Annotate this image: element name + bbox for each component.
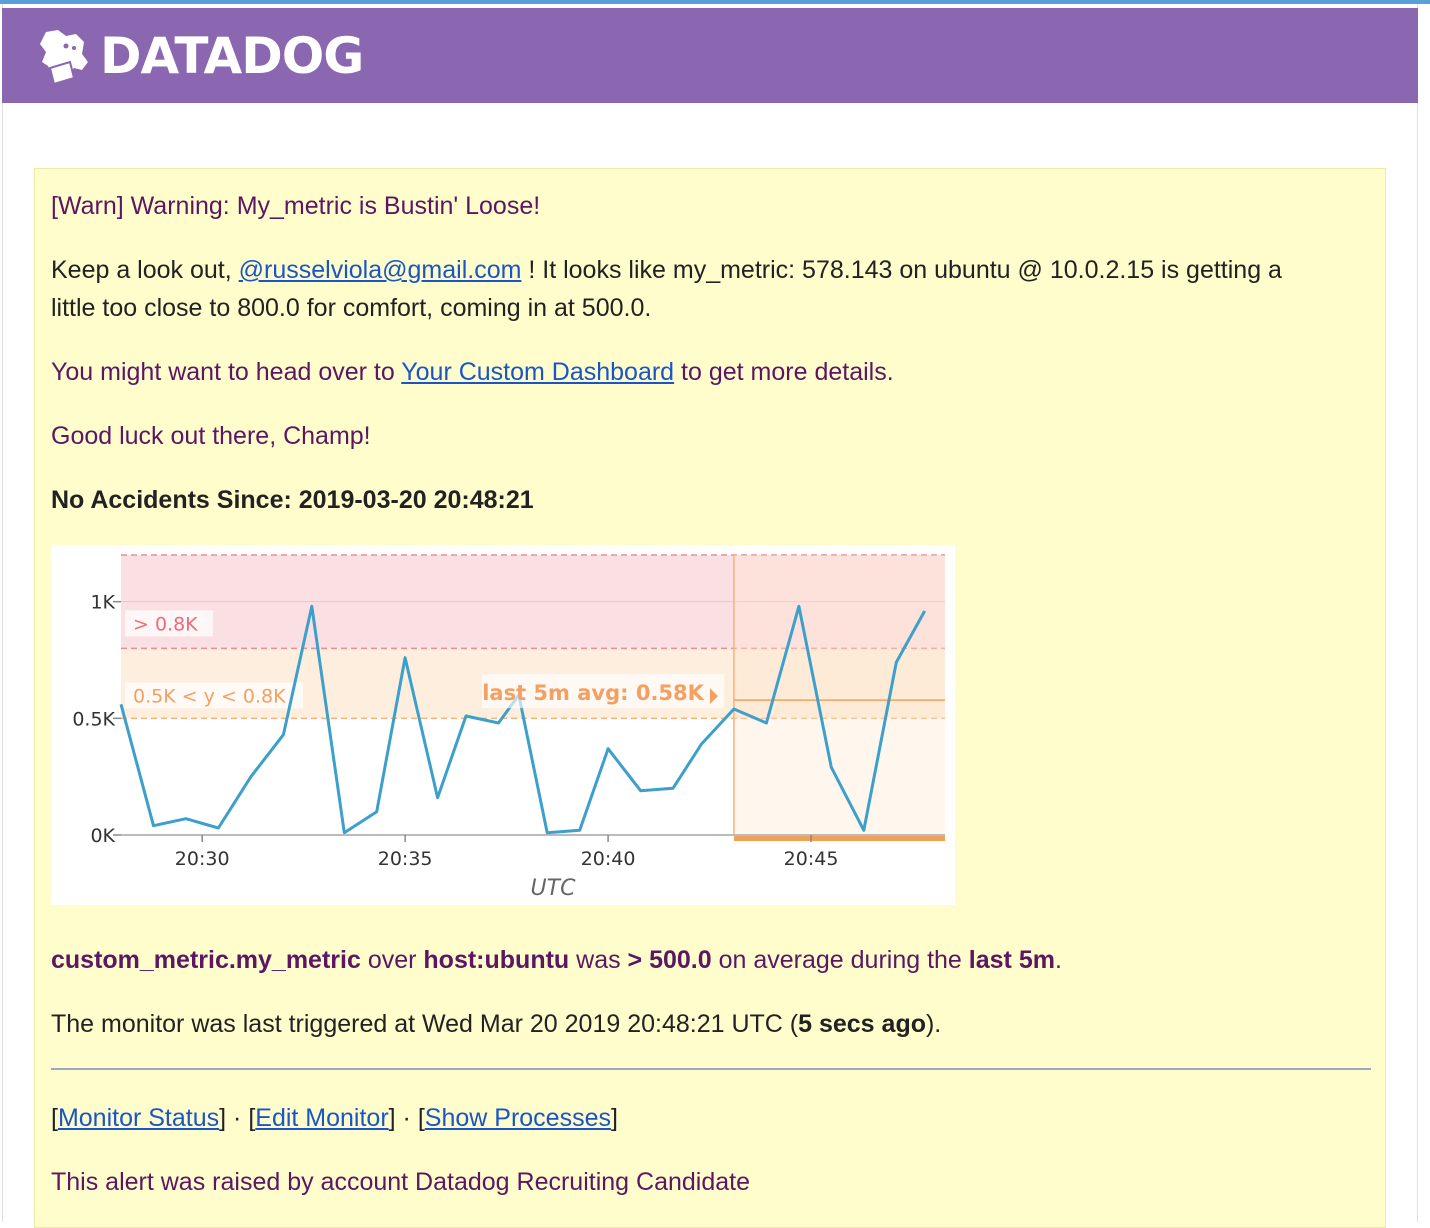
link-separator: · [226,1104,248,1132]
eval-window [734,555,945,835]
dashboard-link[interactable]: Your Custom Dashboard [401,358,674,386]
metric-graph[interactable]: > 0.8K 0.5K < y < 0.8K 0K 0.5K 1K 20:30 20:35 2… [51,545,955,905]
x-tick-label: 20:30 [175,848,230,870]
triggered-line: The monitor was last triggered at Wed Ma… [51,1005,941,1043]
threshold-label: > 0.8K [133,613,198,635]
intro-text: Keep a look out, [51,256,239,284]
y-tick-label: 0K [90,825,115,847]
show-processes-link[interactable]: Show Processes [425,1104,611,1132]
alert-card: [Warn] Warning: My_metric is Bustin' Loo… [34,168,1386,1228]
alert-intro: Keep a look out, @russelviola@gmail.com … [51,251,1282,327]
datadog-logo[interactable]: DATADOG [36,26,363,86]
x-axis-label: UTC [531,876,577,901]
link-separator: · [396,1104,418,1132]
raised-by-line: This alert was raised by account Datadog… [51,1163,750,1201]
y-tick-label: 1K [90,592,115,614]
bracket: [ [418,1104,425,1132]
good-luck-line: Good luck out there, Champ! [51,417,371,455]
mention-link[interactable]: @russelviola@gmail.com [239,256,522,284]
no-accidents-line: No Accidents Since: 2019-03-20 20:48:21 [51,481,534,519]
brand-wordmark: DATADOG [100,26,363,86]
threshold-value: > 500.0 [628,946,712,974]
bracket: ] [389,1104,396,1132]
edit-monitor-link[interactable]: Edit Monitor [255,1104,388,1132]
alert-title: [Warn] Warning: My_metric is Bustin' Loo… [51,187,540,225]
metric-graph-svg: > 0.8K 0.5K < y < 0.8K 0K 0.5K 1K 20:30 20:35 2… [51,545,955,905]
triggered-text-end: ). [926,1010,941,1038]
triggered-text: The monitor was last triggered at Wed Ma… [51,1010,798,1038]
summary-text: was [569,946,627,974]
summary-text: . [1055,946,1062,974]
dashboard-text-end: to get more details. [674,358,894,386]
avg-label: last 5m avg: 0.58K [482,681,704,705]
intro-text-line2: little too close to 800.0 for comfort, c… [51,294,651,322]
time-window: last 5m [969,946,1055,974]
x-tick-label: 20:40 [581,848,636,870]
datadog-dog-icon [36,26,94,86]
summary-line: custom_metric.my_metric over host:ubuntu… [51,941,1062,979]
bracket: ] [611,1104,618,1132]
host-name: host:ubuntu [423,946,569,974]
bracket: [ [51,1104,58,1132]
summary-text: over [361,946,424,974]
y-tick-label: 0.5K [72,708,115,730]
summary-text: on average during the [712,946,969,974]
intro-text-cont: ! It looks like my_metric: 578.143 on ub… [521,256,1282,284]
threshold-label: 0.5K < y < 0.8K [133,685,286,707]
metric-name: custom_metric.my_metric [51,946,361,974]
triggered-ago: 5 secs ago [798,1010,926,1038]
dashboard-text: You might want to head over to [51,358,401,386]
footer-links: [Monitor Status] · [Edit Monitor] · [Sho… [51,1099,618,1137]
dashboard-line: You might want to head over to Your Cust… [51,353,894,391]
x-tick-label: 20:35 [378,848,433,870]
divider [51,1068,1371,1070]
email-header: DATADOG [2,8,1418,103]
x-tick-label: 20:45 [784,848,839,870]
monitor-status-link[interactable]: Monitor Status [58,1104,219,1132]
